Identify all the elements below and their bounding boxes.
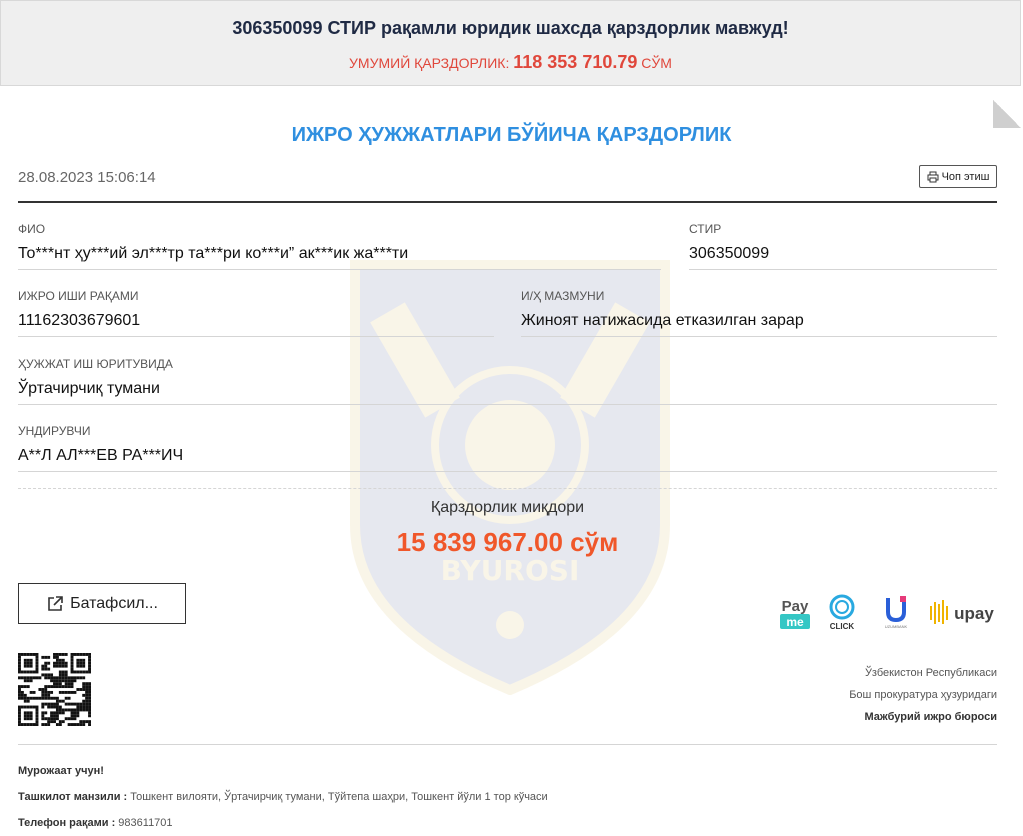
collector-value: А**Л АЛ***ЕВ РА***ИЧ <box>18 447 997 472</box>
qr-code <box>18 653 91 726</box>
phone-value: 983611701 <box>118 817 173 829</box>
contact-heading: Мурожаат учун! <box>18 765 104 777</box>
fio-field: ФИО То***нт ҳу***ий эл***тр та***ри ко**… <box>18 222 661 270</box>
case-subject-field: И/Ҳ мазмуни Жиноят натижасида етказилган… <box>521 289 997 337</box>
case-number-field: Ижро иши рақами 11162303679601 <box>18 289 494 337</box>
printer-icon <box>927 171 939 182</box>
header-divider <box>18 201 997 203</box>
debt-alert-headline: 306350099 СТИР рақамли юридик шахсда қар… <box>232 18 789 38</box>
print-button-label: Чоп этиш <box>941 170 990 183</box>
phone-label: Телефон рақами : <box>18 817 116 829</box>
case-subject-label: И/Ҳ мазмуни <box>521 289 605 303</box>
upay-text: upay <box>954 604 994 623</box>
external-link-icon <box>48 595 63 611</box>
uzumbank-logo[interactable]: UZUMBANK <box>880 594 912 630</box>
proceeding-value: Ўртачирчиқ тумани <box>18 380 997 405</box>
debt-amount-label: Қарздорлик миқдори <box>430 499 585 516</box>
org-line-2: Бош прокуратура ҳузуридаги <box>849 689 997 701</box>
organization-block: Ўзбекистон Республикаси Бош прокуратура … <box>849 662 997 728</box>
case-subject-value: Жиноят натижасида етказилган зарар <box>521 312 997 337</box>
case-number-value: 11162303679601 <box>18 312 494 337</box>
stir-field: СТИР 306350099 <box>689 222 997 270</box>
collector-field: Ундирувчи А**Л АЛ***ЕВ РА***ИЧ <box>18 424 997 472</box>
total-debt-amount: 118 353 710.79 <box>513 52 638 72</box>
debt-alert-banner: 306350099 СТИР рақамли юридик шахсда қар… <box>0 0 1021 86</box>
dashed-divider <box>18 488 997 489</box>
proceeding-field: Ҳужжат иш юритувида Ўртачирчиқ тумани <box>18 357 997 405</box>
stir-label: СТИР <box>689 222 722 236</box>
details-button[interactable]: Батафсил... <box>18 583 186 624</box>
org-line-1: Ўзбекистон Республикаси <box>864 667 997 679</box>
uzum-text: UZUMBANK <box>885 624 908 629</box>
click-logo[interactable]: CLICK <box>826 594 858 632</box>
document-title: ИЖРО ҲУЖЖАТЛАРИ БЎЙИЧА ҚАРЗДОРЛИК <box>291 124 732 146</box>
case-number-label: Ижро иши рақами <box>18 289 139 303</box>
address-value: Тошкент вилояти, Ўртачирчиқ тумани, Тўйт… <box>130 791 548 803</box>
print-button[interactable]: Чоп этиш <box>919 165 997 188</box>
fio-value: То***нт ҳу***ий эл***тр та***ри ко***и” … <box>18 245 661 270</box>
stir-value: 306350099 <box>689 245 997 270</box>
fio-label: ФИО <box>18 222 46 236</box>
details-button-label: Батафсил... <box>70 594 158 612</box>
payme-logo[interactable]: Pay me <box>778 596 812 630</box>
total-debt-line: Умумий қарздорлик: 118 353 710.79 СЎМ <box>1 52 1020 73</box>
footer-divider <box>18 744 997 745</box>
upay-logo[interactable]: upay <box>928 598 998 628</box>
proceeding-label: Ҳужжат иш юритувида <box>18 357 173 371</box>
total-debt-label: Умумий қарздорлик: <box>349 55 510 71</box>
payme-bottom-text: me <box>786 615 804 629</box>
payme-top-text: Pay <box>782 598 809 615</box>
address-label: Ташкилот манзили : <box>18 791 128 803</box>
collector-label: Ундирувчи <box>18 424 91 438</box>
debt-amount-value: 15 839 967.00 сўм <box>396 527 619 557</box>
contact-footer: Мурожаат учун! Ташкилот манзили : Тошкен… <box>18 758 548 836</box>
total-debt-currency: СЎМ <box>641 55 672 71</box>
document-timestamp: 28.08.2023 15:06:14 <box>18 169 156 186</box>
watermark-text: BYUROSI <box>441 554 580 587</box>
click-text: CLICK <box>830 622 855 631</box>
org-line-3: Мажбурий ижро бюроси <box>864 711 997 723</box>
